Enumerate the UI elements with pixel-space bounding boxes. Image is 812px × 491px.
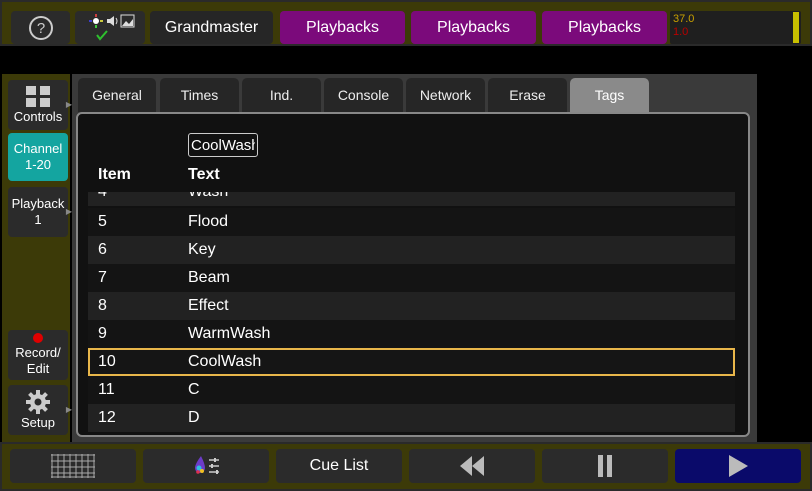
sidebar-item-label: Record/ bbox=[15, 345, 61, 360]
table-row[interactable]: 8 Effect bbox=[88, 292, 735, 320]
level-meter: 37.0 1.0 bbox=[670, 11, 801, 44]
tag-text-input[interactable] bbox=[188, 133, 258, 157]
channel-grid-button[interactable] bbox=[10, 449, 136, 483]
playbacks-button-3[interactable]: Playbacks bbox=[542, 11, 667, 44]
status-icons bbox=[89, 13, 135, 41]
rewind-button[interactable] bbox=[409, 449, 535, 483]
row-text: C bbox=[188, 381, 200, 398]
row-item: 9 bbox=[98, 325, 107, 342]
meter-bar bbox=[793, 12, 799, 43]
row-text: Flood bbox=[188, 213, 229, 230]
sidebar-item-sublabel: 1 bbox=[34, 212, 42, 227]
row-text: Effect bbox=[188, 297, 229, 314]
table-row[interactable]: 11 C bbox=[88, 376, 735, 404]
sidebar-item-controls[interactable]: Controls ▶ bbox=[8, 80, 72, 130]
check-icon bbox=[96, 29, 108, 41]
settings-panel: General Times Ind. Console Network Erase… bbox=[72, 74, 757, 442]
meter-top-value: 37.0 bbox=[673, 13, 695, 25]
column-header-text: Text bbox=[188, 166, 220, 183]
speaker-icon bbox=[107, 15, 118, 26]
rewind-icon bbox=[460, 456, 484, 476]
row-item: 8 bbox=[98, 297, 107, 314]
light-icon bbox=[89, 13, 103, 28]
column-header-item: Item bbox=[98, 166, 131, 183]
bottom-bar: Cue List bbox=[0, 442, 812, 491]
top-bar: ? Grandmaster Playbacks Playbacks Playba… bbox=[0, 0, 812, 46]
pause-icon bbox=[598, 455, 612, 477]
playbacks-button-1[interactable]: Playbacks bbox=[280, 11, 405, 44]
pause-button[interactable] bbox=[542, 449, 668, 483]
sidebar-item-setup[interactable]: Setup ▶ bbox=[8, 385, 72, 435]
row-item: 6 bbox=[98, 241, 107, 258]
left-sidebar: Controls ▶ Channel 1-20 Playback 1 ▶ Rec… bbox=[2, 74, 72, 442]
color-mixer-button[interactable] bbox=[143, 449, 269, 483]
help-button[interactable]: ? bbox=[11, 11, 70, 44]
sidebar-item-sublabel: 1-20 bbox=[24, 157, 52, 172]
row-item: 10 bbox=[98, 353, 116, 370]
table-row[interactable]: 7 Beam bbox=[88, 264, 735, 292]
grid-icon bbox=[26, 86, 50, 107]
tab-network[interactable]: Network bbox=[406, 78, 485, 112]
row-text: Wash bbox=[188, 192, 228, 201]
svg-text:?: ? bbox=[36, 20, 44, 37]
sidebar-item-label: Channel bbox=[13, 141, 63, 156]
tab-console[interactable]: Console bbox=[324, 78, 403, 112]
gear-icon bbox=[26, 390, 50, 414]
tags-content: Item Text 4 Wash 5 Flood 6 Key 7 Beam 8 … bbox=[76, 112, 750, 437]
play-button[interactable] bbox=[675, 449, 801, 483]
sidebar-item-label: Playback bbox=[11, 196, 65, 211]
command-line-strip bbox=[0, 46, 812, 72]
play-icon bbox=[729, 455, 748, 477]
row-text: Beam bbox=[188, 269, 230, 286]
table-row[interactable]: 5 Flood bbox=[88, 208, 735, 236]
row-text: WarmWash bbox=[188, 325, 271, 342]
playbacks-button-2[interactable]: Playbacks bbox=[411, 11, 536, 44]
tab-tags[interactable]: Tags bbox=[570, 78, 649, 112]
table-row-selected[interactable]: 10 CoolWash bbox=[88, 348, 735, 376]
table-row[interactable]: 9 WarmWash bbox=[88, 320, 735, 348]
color-palette-icon bbox=[195, 456, 219, 474]
row-text: Key bbox=[188, 241, 216, 258]
help-icon: ? bbox=[28, 15, 53, 40]
record-icon bbox=[33, 333, 43, 343]
tab-times[interactable]: Times bbox=[160, 78, 239, 112]
grid-icon bbox=[51, 454, 95, 478]
sidebar-item-label: Controls bbox=[13, 109, 63, 124]
row-item: 5 bbox=[98, 213, 107, 230]
sidebar-item-sublabel: Edit bbox=[26, 361, 50, 376]
sidebar-item-label: Setup bbox=[21, 415, 55, 430]
tab-ind[interactable]: Ind. bbox=[242, 78, 321, 112]
row-text: CoolWash bbox=[188, 353, 262, 370]
right-spacer bbox=[757, 74, 812, 442]
row-item: 12 bbox=[98, 409, 116, 426]
sidebar-item-channel[interactable]: Channel 1-20 bbox=[8, 133, 68, 181]
status-indicators[interactable] bbox=[75, 11, 145, 44]
row-item: 7 bbox=[98, 269, 107, 286]
sidebar-item-playback[interactable]: Playback 1 ▶ bbox=[8, 187, 72, 237]
tab-general[interactable]: General bbox=[78, 78, 156, 112]
row-item: 4 bbox=[98, 192, 107, 201]
image-icon bbox=[120, 14, 135, 27]
row-text: D bbox=[188, 409, 200, 426]
row-item: 11 bbox=[98, 381, 115, 398]
tab-erase[interactable]: Erase bbox=[488, 78, 567, 112]
table-row[interactable]: 4 Wash bbox=[88, 192, 735, 206]
meter-bottom-value: 1.0 bbox=[673, 26, 689, 38]
table-row[interactable]: 12 D bbox=[88, 404, 735, 432]
cue-list-button[interactable]: Cue List bbox=[276, 449, 402, 483]
table-row[interactable]: 6 Key bbox=[88, 236, 735, 264]
sidebar-item-record-edit[interactable]: Record/ Edit bbox=[8, 330, 68, 380]
tags-list[interactable]: 4 Wash 5 Flood 6 Key 7 Beam 8 Effect 9 W… bbox=[88, 192, 735, 432]
grandmaster-button[interactable]: Grandmaster bbox=[150, 11, 273, 44]
